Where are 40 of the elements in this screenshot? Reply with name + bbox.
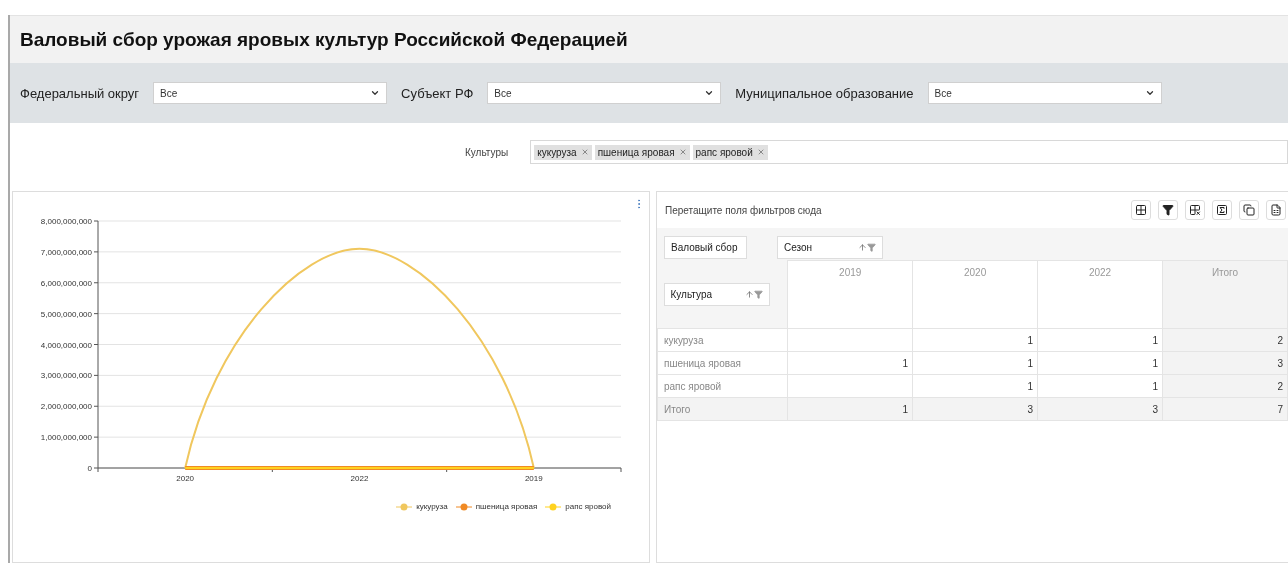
table-cell: 1 (787, 397, 913, 421)
table-cell: 2 (1162, 328, 1288, 352)
table-cell: 2 (1162, 374, 1288, 398)
table-cell: 1 (1037, 328, 1163, 352)
y-tick-label: 6,000,000,000 (40, 278, 92, 288)
filter-label: Федеральный округ (20, 85, 140, 101)
page-title: Валовый сбор урожая яровых культур Российской Федерацией (10, 15, 1288, 63)
y-tick-label: 7,000,000,000 (40, 247, 92, 257)
x-tick-label: 2019 (524, 474, 543, 483)
y-tick-label: 5,000,000,000 (40, 309, 92, 319)
y-tick-label: 1,000,000,000 (40, 433, 92, 443)
row-header: пшеница яровая (657, 351, 788, 375)
filter-label: Муниципальное образование (735, 85, 914, 101)
column-header: Итого (1162, 260, 1288, 329)
table-cell: 3 (912, 397, 1038, 421)
table-cell: 1 (912, 328, 1038, 352)
table-cell: 7 (1162, 397, 1288, 421)
x-tick-label: 2020 (176, 474, 195, 483)
column-header: 2022 (1037, 260, 1163, 329)
row-header: кукуруза (657, 328, 788, 352)
table-cell: 3 (1037, 397, 1163, 421)
y-tick-label: 0 (87, 464, 92, 473)
row-header: Итого (657, 397, 788, 421)
y-tick-label: 8,000,000,000 (40, 217, 92, 226)
filter-label: Субъект РФ (401, 85, 474, 101)
table-cell: 1 (787, 351, 913, 375)
x-tick-label: 2022 (350, 474, 369, 483)
row-header: рапс яровой (657, 374, 788, 398)
drop-hint: Перетащите поля фильтров сюда (665, 204, 822, 216)
table-cell: 1 (912, 374, 1038, 398)
y-tick-label: 3,000,000,000 (40, 371, 92, 381)
table-cell: 1 (912, 351, 1038, 375)
column-header: 2019 (787, 260, 913, 329)
table-cell: 3 (1162, 351, 1288, 375)
y-tick-label: 4,000,000,000 (40, 340, 92, 350)
filter-label: Культуры (465, 146, 509, 158)
column-header: 2020 (912, 260, 1038, 329)
y-tick-label: 2,000,000,000 (40, 402, 92, 412)
table-cell: 1 (1037, 374, 1163, 398)
table-cell: 1 (1037, 351, 1163, 375)
